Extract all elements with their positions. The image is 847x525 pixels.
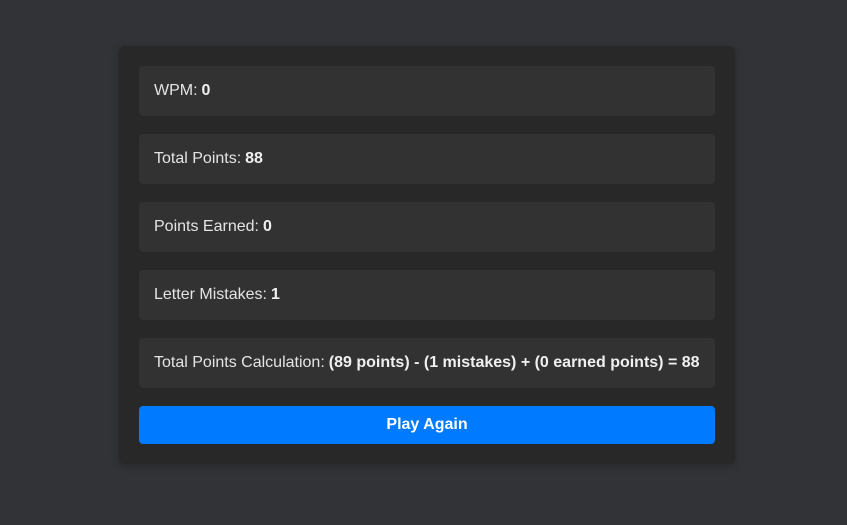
points-earned-value: 0 [262, 218, 272, 235]
wpm-label: WPM: [154, 82, 198, 99]
total-points-calculation-value: (89 points) - (1 mistakes) + (0 earned p… [328, 354, 700, 371]
letter-mistakes-value: 1 [270, 286, 280, 303]
letter-mistakes-stat: Letter Mistakes: 1 [139, 270, 715, 320]
total-points-calculation-stat: Total Points Calculation: (89 points) - … [139, 338, 715, 388]
total-points-label: Total Points: [154, 150, 242, 167]
total-points-calculation-label: Total Points Calculation: [154, 354, 325, 371]
wpm-value: 0 [201, 82, 211, 99]
letter-mistakes-label: Letter Mistakes: [154, 286, 267, 303]
results-card: WPM: 0 Total Points: 88 Points Earned: 0… [119, 46, 735, 464]
play-again-button[interactable]: Play Again [139, 406, 715, 444]
points-earned-label: Points Earned: [154, 218, 259, 235]
wpm-stat: WPM: 0 [139, 66, 715, 116]
points-earned-stat: Points Earned: 0 [139, 202, 715, 252]
total-points-value: 88 [245, 150, 263, 167]
total-points-stat: Total Points: 88 [139, 134, 715, 184]
